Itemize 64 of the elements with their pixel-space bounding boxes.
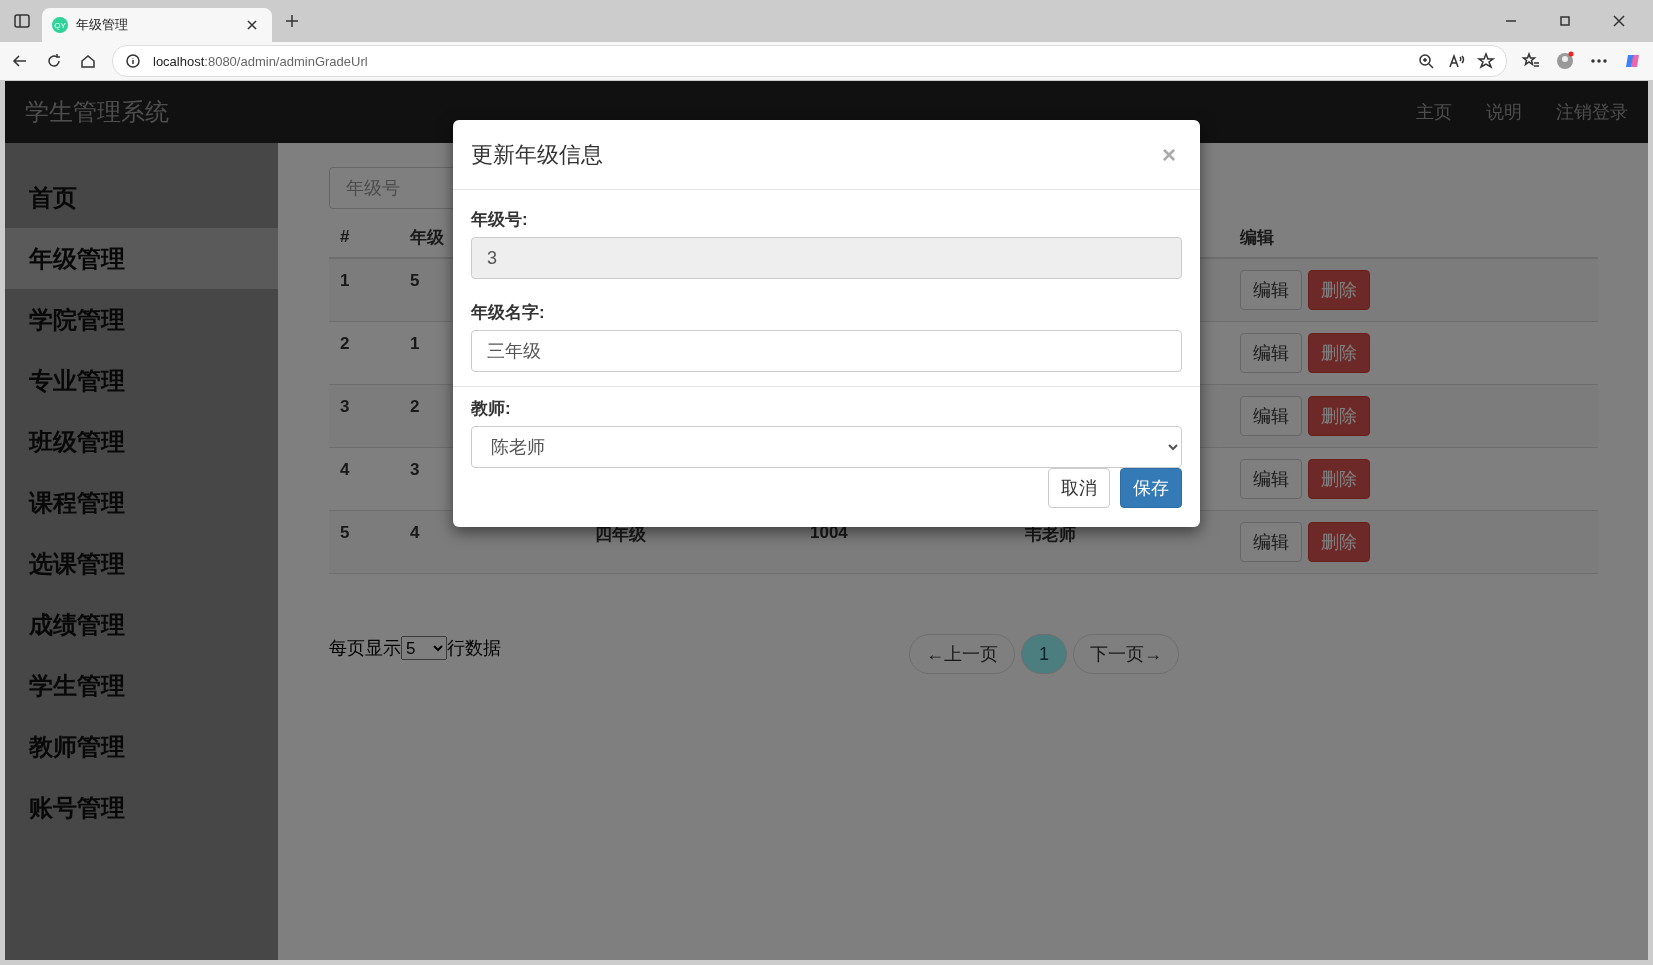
table-cell: 韦老师 [1025,525,1076,544]
nav-link[interactable]: 说明 [1486,100,1522,124]
field-label: 教师: [471,398,511,420]
sidebar-item[interactable]: 学生管理 [5,655,278,716]
sidebar-item[interactable]: 班级管理 [5,411,278,472]
column-header: 年级 [409,226,445,249]
save-button[interactable]: 保存 [1120,468,1182,508]
table-cell: 2 [410,397,420,416]
profile-icon[interactable] [1555,51,1575,71]
sidebar-item[interactable]: 学院管理 [5,289,278,350]
modal-title: 更新年级信息 [471,140,604,169]
table-cell: 四年级 [595,525,646,544]
sidebar-item[interactable]: 课程管理 [5,472,278,533]
tab-title: 年级管理 [76,16,129,34]
edit-button[interactable]: 编辑 [1240,333,1302,373]
sidebar-item[interactable]: 成绩管理 [5,594,278,655]
sidebar-item[interactable]: 教师管理 [5,716,278,777]
table-cell: 3 [410,460,420,479]
zoom-icon[interactable] [1416,51,1436,71]
sidebar-item[interactable]: 账号管理 [5,777,278,838]
table-cell: 5 [410,271,420,290]
table-cell: 1 [340,271,350,290]
star-icon[interactable] [1476,51,1496,71]
next-page-button[interactable]: 下一页→ [1073,634,1179,674]
table-cell: 4 [340,460,350,479]
info-icon[interactable] [123,51,143,71]
field-label: 年级号: [471,209,528,231]
field-label: 年级名字: [471,302,545,324]
sidebar-toggle-icon[interactable] [12,11,32,31]
edit-button[interactable]: 编辑 [1240,459,1302,499]
address-bar[interactable]: localhost:8080/admin/adminGradeUrl [112,45,1507,77]
column-header: 编辑 [1239,226,1275,249]
table-cell: 3 [340,397,350,416]
delete-button[interactable]: 删除 [1308,270,1370,310]
previous-page-button[interactable]: ←上一页 [909,634,1015,674]
edit-button[interactable]: 编辑 [1240,396,1302,436]
edit-button[interactable]: 编辑 [1240,522,1302,562]
table-cell: 5 [340,523,350,542]
nav-link[interactable]: 注销登录 [1556,100,1628,124]
table-cell: 4 [410,523,420,542]
url-text: localhost:8080/admin/adminGradeUrl [153,53,368,69]
site-favicon: QY [52,17,68,33]
table-cell: 2 [340,334,350,353]
nav-link[interactable]: 主页 [1416,100,1452,124]
delete-button[interactable]: 删除 [1308,396,1370,436]
delete-button[interactable]: 删除 [1308,333,1370,373]
column-header: # [339,227,351,247]
delete-button[interactable]: 删除 [1308,522,1370,562]
sidebar-item[interactable]: 首页 [5,167,278,228]
sidebar-item[interactable]: 年级管理 [5,228,278,289]
sidebar-item[interactable]: 专业管理 [5,350,278,411]
teacher-select[interactable]: 陈老师 [471,426,1182,468]
close-button[interactable]: × [1156,139,1182,170]
browser-tab[interactable]: QY 年级管理 [42,8,272,42]
page-number-button[interactable]: 1 [1021,634,1067,674]
page-size-label: 每页显示 [329,637,401,660]
sidebar-item[interactable]: 选课管理 [5,533,278,594]
delete-button[interactable]: 删除 [1308,459,1370,499]
edit-button[interactable]: 编辑 [1240,270,1302,310]
table-cell: 1 [410,334,420,353]
page-size-label: 行数据 [447,637,501,660]
input-field[interactable]: 三年级 [471,330,1182,372]
page-size-select[interactable]: 5 [401,636,447,660]
cancel-button[interactable]: 取消 [1048,468,1110,508]
